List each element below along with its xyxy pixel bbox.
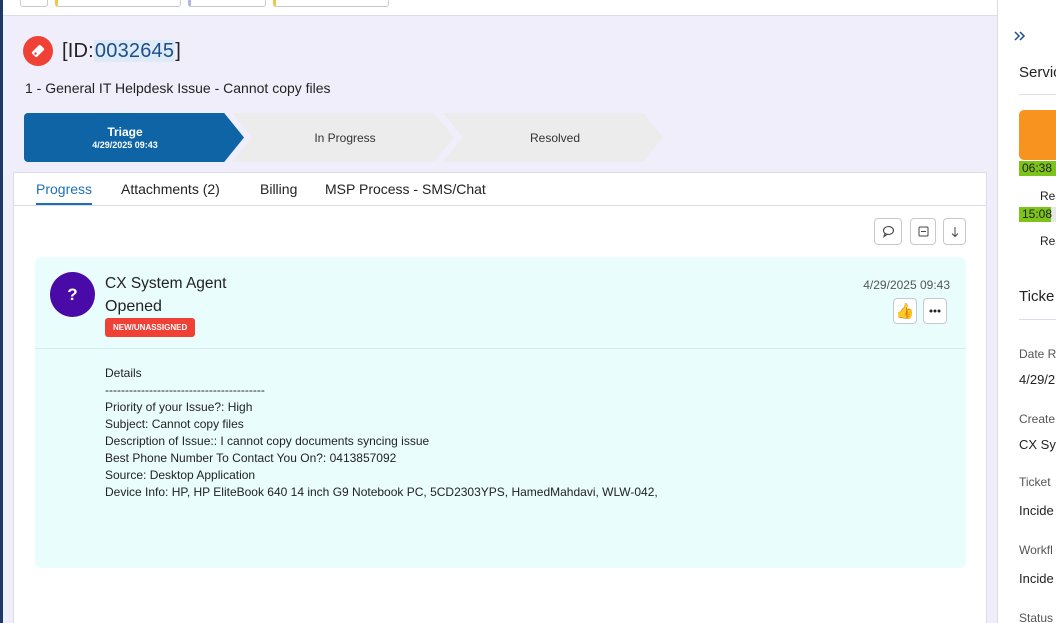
stage-resolved[interactable]: Resolved [443, 113, 663, 162]
stage-in-progress[interactable]: In Progress [232, 113, 454, 162]
comment-icon [882, 225, 894, 238]
sort-down-icon [951, 226, 958, 237]
field-value-workflow[interactable]: Incide [1019, 571, 1054, 586]
toolbar-chip[interactable] [273, 0, 389, 7]
stage-label: Triage [107, 125, 143, 139]
double-chevron-right-icon[interactable] [1013, 29, 1027, 43]
sla-indicator [1019, 110, 1056, 160]
stage-triage[interactable]: Triage 4/29/2025 09:43 [24, 113, 244, 162]
ticket-id-suffix: ] [175, 40, 181, 62]
avatar: ? [50, 272, 95, 317]
top-toolbar-strip [3, 0, 997, 16]
ticket-tag-icon [23, 36, 53, 66]
activity-entry: ? CX System Agent Opened NEW/UNASSIGNED … [35, 257, 966, 568]
entry-status: Opened [105, 298, 162, 315]
field-label-ticket-type: Ticket [1019, 475, 1051, 489]
field-label-status: Status [1019, 611, 1054, 623]
tab-msp-process[interactable]: MSP Process - SMS/Chat [325, 181, 486, 203]
collapse-all-button[interactable] [910, 218, 936, 245]
ticket-id-prefix: [ID: [62, 40, 94, 62]
divider [35, 348, 966, 349]
ticket-content-panel: Progress Attachments (2) Billing MSP Pro… [13, 172, 987, 623]
field-value-date-reported: 4/29/2 [1019, 372, 1056, 387]
divider [1019, 94, 1056, 95]
ticket-title: [ID:0032645] [62, 40, 181, 63]
tab-billing[interactable]: Billing [260, 181, 297, 203]
sla-timer-resolution: 15:08 [1019, 207, 1056, 222]
toolbar-chip[interactable] [20, 0, 48, 7]
ticket-subtitle: 1 - General IT Helpdesk Issue - Cannot c… [25, 80, 331, 96]
tab-progress[interactable]: Progress [36, 181, 93, 205]
ticket-info-heading: Ticke [1019, 288, 1055, 305]
more-options-button[interactable] [923, 298, 947, 324]
ticket-id-number[interactable]: 0032645 [93, 40, 176, 62]
stage-label: Resolved [529, 130, 581, 145]
field-label-created-by: Create [1019, 412, 1056, 426]
stage-label: In Progress [314, 130, 376, 145]
field-value-ticket-type[interactable]: Incide [1019, 503, 1054, 518]
sla-timer-response: 06:38 [1019, 161, 1056, 176]
tab-attachments[interactable]: Attachments (2) [121, 181, 220, 203]
entry-timestamp: 4/29/2025 09:43 [863, 278, 950, 292]
stage-date: 4/29/2025 09:43 [92, 140, 158, 150]
window-left-edge [0, 0, 3, 623]
status-badge: NEW/UNASSIGNED [105, 318, 196, 337]
field-value-created-by: CX Sys [1019, 437, 1056, 452]
more-icon [929, 309, 941, 313]
toolbar-chip[interactable] [55, 0, 181, 7]
sort-button[interactable] [943, 218, 966, 245]
field-label-date-reported: Date R [1019, 347, 1056, 361]
sla-timer-label: Res [1040, 189, 1056, 203]
collapse-all-icon [918, 226, 928, 237]
add-comment-button[interactable] [874, 218, 902, 245]
entry-details-text: Details --------------------------------… [105, 366, 658, 499]
divider [1019, 319, 1056, 320]
entry-agent-name: CX System Agent [105, 275, 227, 292]
tab-bar: Progress Attachments (2) Billing MSP Pro… [14, 173, 986, 206]
thumbs-up-icon: 👍 [895, 302, 915, 320]
field-label-workflow: Workfl [1019, 543, 1053, 557]
sla-timer-label: Res [1040, 234, 1056, 248]
toolbar-chip[interactable] [188, 0, 266, 7]
service-level-heading: Servic [1019, 64, 1056, 81]
like-button[interactable]: 👍 [893, 298, 917, 324]
right-side-panel: Servic 06:38 Res 15:08 Res Ticke Date R … [997, 0, 1056, 623]
